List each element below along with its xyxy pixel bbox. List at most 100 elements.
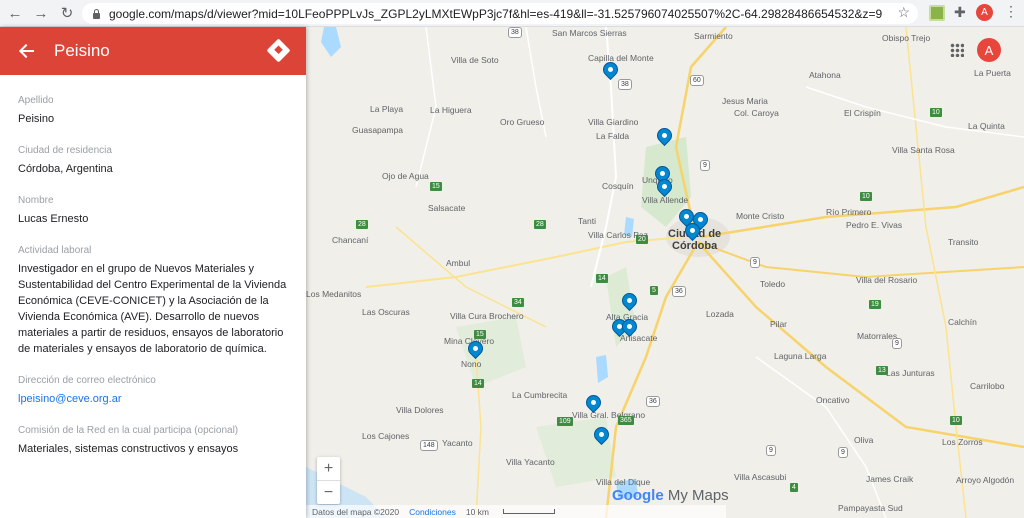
road-shield: 5: [650, 286, 658, 295]
field-email: Dirección de correo electrónico lpeisino…: [18, 375, 288, 407]
field-value: Córdoba, Argentina: [18, 163, 113, 175]
road-shield: 9: [700, 160, 710, 171]
forward-icon[interactable]: →: [30, 2, 52, 24]
place-label: Ojo de Agua: [382, 171, 429, 181]
field-list: Apellido Peisino Ciudad de residencia Có…: [0, 75, 306, 457]
road-shield: 20: [636, 235, 648, 244]
place-label: Pedro E. Vivas: [846, 220, 903, 230]
road-shield: 34: [512, 298, 524, 307]
road-shield: 38: [618, 79, 632, 90]
place-label: Villa Giardino: [588, 117, 639, 127]
place-label: Jesus Maria: [722, 96, 768, 106]
reload-icon[interactable]: ↻: [56, 2, 78, 24]
road-shield: 10: [930, 108, 942, 117]
apps-grid-icon[interactable]: [950, 43, 964, 57]
place-label: Carrilobo: [970, 381, 1005, 391]
field-value: Lucas Ernesto: [18, 213, 89, 225]
map-marker[interactable]: [653, 175, 676, 199]
place-label: El Crispín: [844, 108, 881, 118]
road-shield: 36: [672, 286, 686, 297]
extensions-puzzle-icon[interactable]: ✚: [954, 4, 970, 20]
place-label: Villa Dolores: [396, 405, 444, 415]
google-logo-text: Google: [612, 487, 664, 504]
road-shield: 36: [646, 396, 660, 407]
map-marker[interactable]: [582, 391, 605, 415]
details-panel: Peisino Apellido Peisino Ciudad de resid…: [0, 27, 306, 518]
place-label: San Marcos Sierras: [552, 28, 627, 38]
road-shield: 14: [596, 274, 608, 283]
place-label: Cosquín: [602, 181, 634, 191]
email-link[interactable]: lpeisino@ceve.org.ar: [18, 391, 288, 407]
place-label: Col. Caroya: [734, 108, 779, 118]
place-label: Las Oscuras: [362, 307, 410, 317]
road-shield: 14: [472, 379, 484, 388]
road-shield: 28: [356, 220, 368, 229]
place-label: Villa Gral. Belgrano: [572, 410, 646, 420]
place-label: Obispo Trejo: [882, 33, 931, 43]
road-shield: 9: [766, 445, 776, 456]
field-label: Apellido: [18, 95, 54, 106]
place-label: Villa Yacanto: [506, 457, 555, 467]
map-marker[interactable]: [599, 58, 622, 82]
place-label: Los Zorros: [942, 437, 983, 447]
zoom-in-button[interactable]: +: [317, 457, 340, 480]
road-shield: 13: [876, 366, 888, 375]
terms-link[interactable]: Condiciones: [409, 507, 456, 517]
browser-toolbar: ← → ↻ google.com/maps/d/viewer?mid=10LFe…: [0, 0, 1024, 27]
place-label: La Falda: [596, 131, 630, 141]
place-label: Arroyo Algodón: [956, 475, 1015, 485]
place-label: Pilar: [770, 319, 788, 329]
place-label: Guasapampa: [352, 125, 404, 135]
field-label: Ciudad de residencia: [18, 145, 112, 156]
place-label: Tanti: [578, 216, 596, 226]
place-label: Oro Grueso: [500, 117, 545, 127]
account-avatar[interactable]: A: [977, 38, 1001, 62]
field-actividad: Actividad laboral Investigador en el gru…: [18, 245, 288, 357]
bookmark-star-icon[interactable]: ☆: [897, 4, 910, 21]
road-shield: 38: [508, 27, 522, 38]
map-marker[interactable]: [618, 315, 641, 339]
sheets-extension-icon[interactable]: [929, 5, 945, 21]
road-shield: 10: [950, 416, 962, 425]
place-label: Villa del Dique: [596, 477, 651, 487]
road-shield: 109: [557, 417, 573, 426]
map-canvas[interactable]: San Marcos Sierras Sarmiento Obispo Trej…: [306, 27, 1024, 518]
field-value: Materiales, sistemas constructivos y ens…: [18, 443, 239, 455]
place-label: Ambul: [446, 258, 471, 268]
field-label: Nombre: [18, 195, 54, 206]
field-value: Peisino: [18, 113, 55, 125]
place-label: Calchín: [948, 317, 977, 327]
address-bar[interactable]: google.com/maps/d/viewer?mid=10LFeoPPPLv…: [82, 3, 918, 24]
zoom-out-button[interactable]: −: [317, 481, 340, 504]
place-label: Los Medanitos: [306, 289, 362, 299]
place-label: Villa de Soto: [451, 55, 499, 65]
map-marker[interactable]: [590, 423, 613, 447]
place-label: Las Junturas: [886, 368, 935, 378]
map-marker[interactable]: [464, 337, 487, 361]
url-text: google.com/maps/d/viewer?mid=10LFeoPPPLv…: [109, 6, 883, 21]
scale-label: 10 km: [465, 506, 490, 517]
place-label: Sarmiento: [694, 31, 733, 41]
place-label: Capilla del Monte: [588, 53, 654, 63]
back-icon[interactable]: ←: [4, 2, 26, 24]
place-label: Transito: [948, 237, 979, 247]
place-label: Salsacate: [428, 203, 466, 213]
map-marker[interactable]: [653, 124, 676, 148]
field-label: Dirección de correo electrónico: [18, 375, 156, 386]
place-label: Laguna Larga: [774, 351, 827, 361]
panel-header: Peisino: [0, 27, 306, 75]
place-label: Lozada: [706, 309, 734, 319]
map-marker[interactable]: [618, 289, 641, 313]
road-shield: 148: [420, 440, 438, 451]
directions-icon[interactable]: [266, 38, 291, 63]
profile-avatar[interactable]: A: [976, 4, 993, 21]
place-label: La Higuera: [430, 105, 472, 115]
map-marker[interactable]: [681, 219, 704, 243]
place-label: Villa del Rosario: [856, 275, 918, 285]
google-my-maps-logo: Google My Maps: [612, 487, 729, 504]
road-shield: 15: [474, 330, 486, 339]
kebab-menu-icon[interactable]: ⋮: [1004, 3, 1018, 20]
road-shield: 9: [750, 257, 760, 268]
back-arrow-icon[interactable]: [18, 42, 36, 60]
field-label: Comisión de la Red en la cual participa …: [18, 425, 239, 436]
